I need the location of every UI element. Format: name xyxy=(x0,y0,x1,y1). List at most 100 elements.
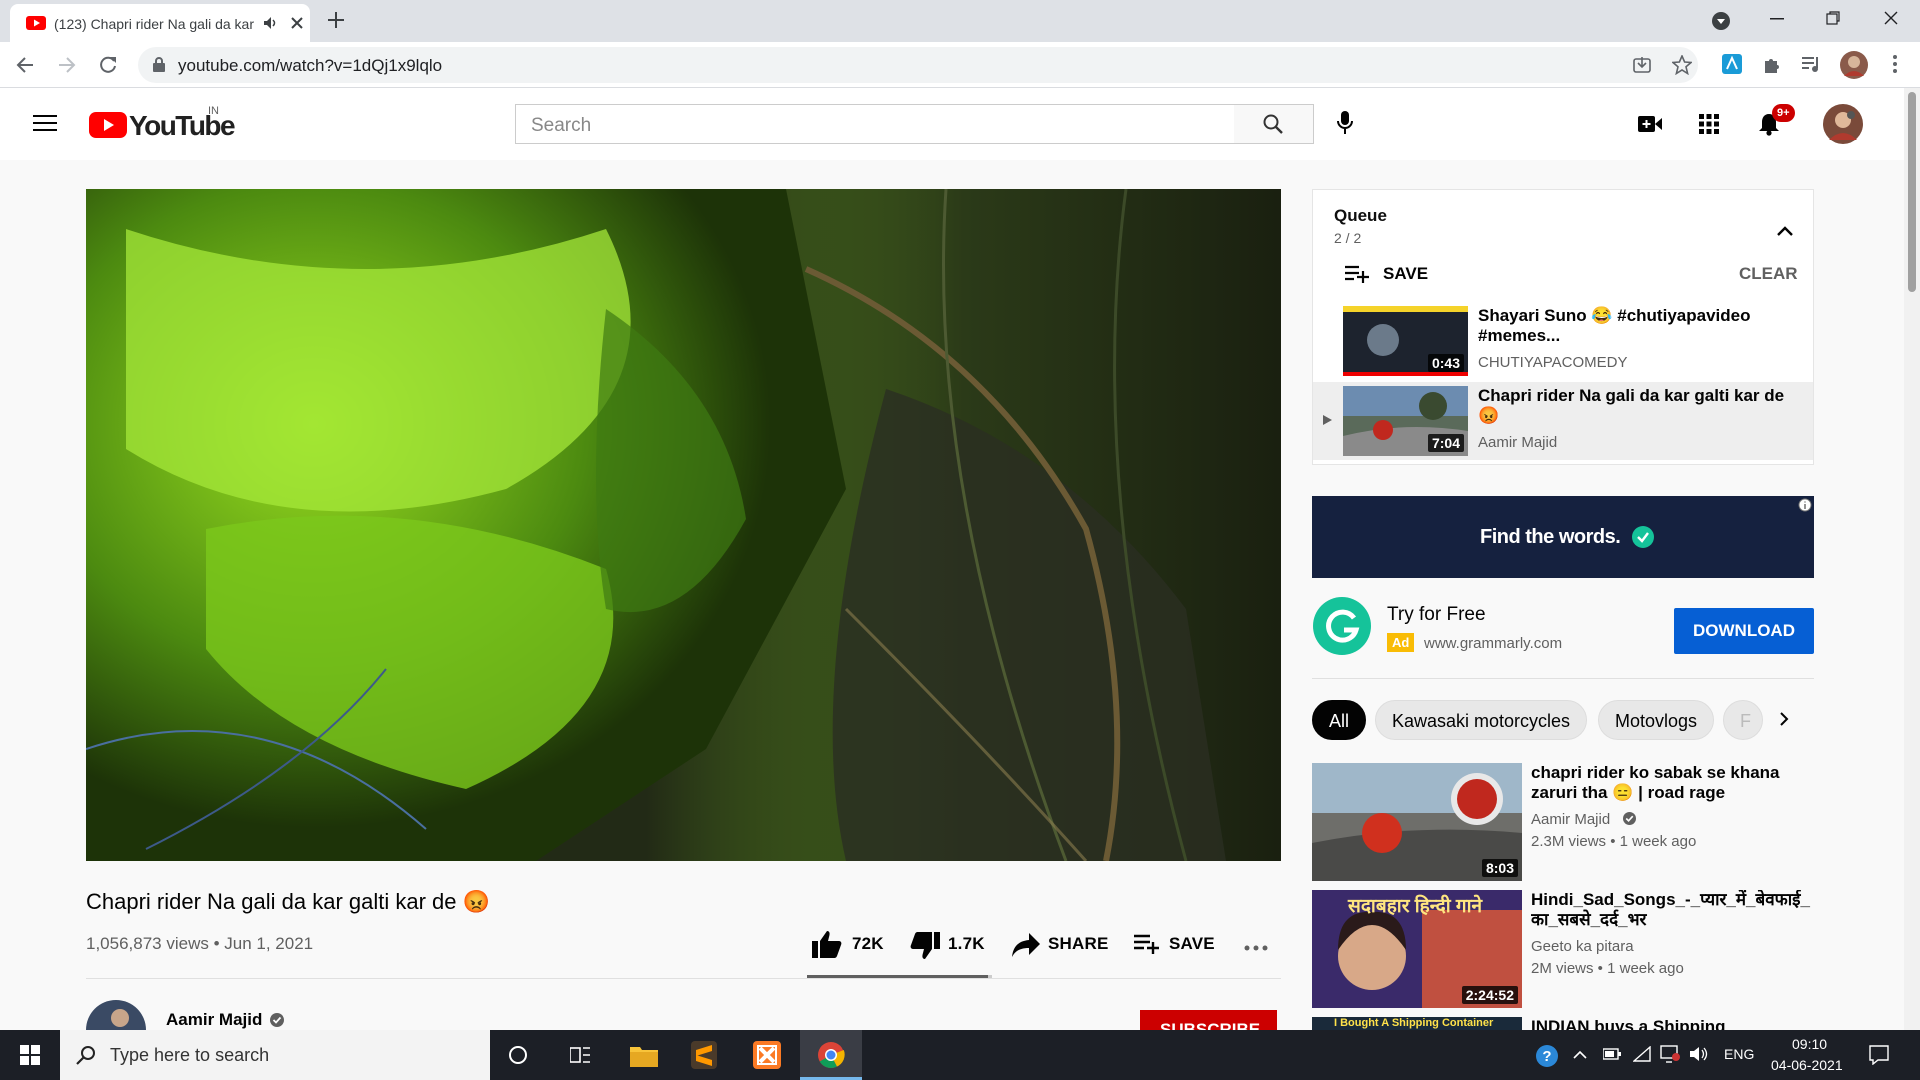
youtube-header: YouTube IN Search 9+ xyxy=(0,88,1920,160)
queue-thumbnail[interactable]: 0:43 xyxy=(1343,306,1468,376)
file-explorer-icon[interactable] xyxy=(630,1043,658,1067)
dislike-count[interactable]: 1.7K xyxy=(948,934,985,954)
share-icon[interactable] xyxy=(1012,933,1040,957)
download-button[interactable]: DOWNLOAD xyxy=(1674,608,1814,654)
hamburger-menu-icon[interactable] xyxy=(33,114,57,132)
minimize-icon[interactable] xyxy=(1770,18,1784,20)
xampp-icon[interactable] xyxy=(753,1041,781,1069)
search-placeholder: Search xyxy=(531,115,592,136)
youtube-logo[interactable]: YouTube IN xyxy=(89,105,236,141)
divider xyxy=(1312,678,1814,679)
profile-avatar[interactable] xyxy=(1840,51,1868,79)
now-playing-icon xyxy=(1323,415,1332,425)
search-input[interactable]: Search xyxy=(515,104,1235,144)
microphone-icon[interactable] xyxy=(1336,110,1354,136)
recommended-video[interactable]: I Bought A Shipping Container INDIAN buy… xyxy=(1312,1017,1814,1030)
more-actions-icon[interactable] xyxy=(1244,945,1268,951)
chip-kawasaki-motorcycles[interactable]: Kawasaki motorcycles xyxy=(1375,700,1588,740)
taskbar-time[interactable]: 09:10 xyxy=(1792,1036,1827,1052)
battery-icon[interactable] xyxy=(1603,1048,1621,1060)
save-to-playlist-icon[interactable] xyxy=(1134,934,1160,954)
maximize-icon[interactable] xyxy=(1826,11,1840,25)
sublime-text-icon[interactable] xyxy=(691,1041,717,1069)
recommended-thumbnail[interactable]: सदाबहार हिन्दी गाने 2:24:52 xyxy=(1312,890,1522,1008)
channel-name[interactable]: Aamir Majid xyxy=(166,1010,262,1030)
chip-partial[interactable]: F xyxy=(1723,700,1763,740)
new-tab-icon[interactable] xyxy=(327,11,345,29)
tab-close-icon[interactable] xyxy=(290,16,304,30)
queue-save-icon[interactable] xyxy=(1345,265,1369,283)
recommended-thumbnail[interactable]: 8:03 xyxy=(1312,763,1522,881)
ad-banner-text: Find the words. xyxy=(1480,526,1621,548)
subscribe-button[interactable]: SUBSCRIBE xyxy=(1140,1010,1277,1030)
queue-save-button[interactable]: SAVE xyxy=(1383,264,1428,284)
like-icon[interactable] xyxy=(812,930,842,958)
like-count[interactable]: 72K xyxy=(852,934,884,954)
lock-icon[interactable] xyxy=(153,57,165,72)
page-scrollbar[interactable] xyxy=(1904,88,1920,1030)
chip-motovlogs[interactable]: Motovlogs xyxy=(1598,700,1715,740)
forward-icon[interactable] xyxy=(58,56,76,74)
bookmark-star-icon[interactable] xyxy=(1672,55,1692,75)
collapse-chevron-icon[interactable] xyxy=(1777,226,1793,236)
tab-title: (123) Chapri rider Na gali da kar galti … xyxy=(54,16,254,32)
recommended-thumbnail[interactable]: I Bought A Shipping Container xyxy=(1312,1017,1522,1030)
queue-item-playing[interactable]: 7:04 Chapri rider Na gali da kar galti k… xyxy=(1313,382,1813,460)
network-icon[interactable] xyxy=(1633,1046,1651,1062)
show-hidden-icons-icon[interactable] xyxy=(1573,1050,1587,1059)
recommended-video[interactable]: 8:03 chapri rider ko sabak se khana zaru… xyxy=(1312,763,1814,881)
video-player[interactable] xyxy=(86,189,1281,861)
chip-all[interactable]: All xyxy=(1312,700,1367,740)
address-bar[interactable]: youtube.com/watch?v=1dQj1x9lqlo xyxy=(138,47,1698,83)
youtube-favicon-icon xyxy=(26,16,46,30)
taskbar-search-input[interactable]: Type here to search xyxy=(60,1030,490,1080)
recommended-duration: 8:03 xyxy=(1481,859,1518,877)
scrollbar-thumb[interactable] xyxy=(1908,92,1916,292)
chrome-menu-icon[interactable] xyxy=(1893,55,1897,73)
media-control-icon[interactable] xyxy=(1801,55,1821,73)
queue-thumbnail[interactable]: 7:04 xyxy=(1343,386,1468,456)
save-button[interactable]: SAVE xyxy=(1169,934,1215,954)
cortana-icon[interactable] xyxy=(508,1045,528,1065)
language-indicator[interactable]: ENG xyxy=(1724,1046,1754,1062)
display-icon[interactable] xyxy=(1660,1045,1680,1063)
create-video-icon[interactable] xyxy=(1638,115,1662,133)
reload-icon[interactable] xyxy=(98,55,118,75)
extensions-puzzle-icon[interactable] xyxy=(1762,54,1782,74)
task-view-icon[interactable] xyxy=(570,1045,592,1065)
action-center-icon[interactable] xyxy=(1869,1045,1889,1065)
taskbar-search-placeholder: Type here to search xyxy=(110,1045,270,1065)
recommended-title: Hindi_Sad_Songs_-_प्यार_में_बेवफाई_का_सब… xyxy=(1531,890,1810,929)
chips-next-icon[interactable] xyxy=(1779,712,1789,726)
ad-info-icon[interactable] xyxy=(1798,498,1812,512)
channel-avatar[interactable] xyxy=(86,1000,146,1030)
install-icon[interactable] xyxy=(1633,56,1651,74)
extension-icon[interactable] xyxy=(1722,54,1742,74)
recommended-video[interactable]: सदाबहार हिन्दी गाने 2:24:52 Hindi_Sad_So… xyxy=(1312,890,1814,1008)
volume-icon[interactable] xyxy=(1690,1046,1710,1062)
search-button[interactable] xyxy=(1234,104,1314,144)
dislike-icon[interactable] xyxy=(910,932,940,960)
browser-tab[interactable]: (123) Chapri rider Na gali da kar galti … xyxy=(10,4,310,42)
ad-banner[interactable]: Find the words. xyxy=(1312,496,1814,578)
account-avatar[interactable] xyxy=(1823,104,1863,144)
chrome-taskbar-button[interactable] xyxy=(800,1030,862,1080)
back-icon[interactable] xyxy=(16,56,34,74)
windows-start-icon[interactable] xyxy=(20,1045,40,1065)
taskbar-date[interactable]: 04-06-2021 xyxy=(1771,1057,1843,1073)
divider xyxy=(86,978,1281,979)
help-tray-icon[interactable]: ? xyxy=(1535,1044,1559,1068)
url-text[interactable]: youtube.com/watch?v=1dQj1x9lqlo xyxy=(178,56,442,76)
share-button[interactable]: SHARE xyxy=(1048,934,1109,954)
browser-tab-strip: (123) Chapri rider Na gali da kar galti … xyxy=(0,0,1920,42)
tab-search-icon[interactable] xyxy=(1712,12,1730,30)
ad-card[interactable]: Try for Free Ad www.grammarly.com DOWNLO… xyxy=(1312,596,1814,660)
verified-badge-icon xyxy=(1623,812,1636,825)
queue-item[interactable]: 0:43 Shayari Suno 😂 #chutiyapavideo #mem… xyxy=(1313,302,1813,380)
apps-grid-icon[interactable] xyxy=(1699,114,1719,134)
tab-audio-icon[interactable] xyxy=(264,17,278,29)
queue-clear-button[interactable]: CLEAR xyxy=(1739,264,1798,284)
close-window-icon[interactable] xyxy=(1884,11,1898,25)
ad-badge: Ad xyxy=(1387,633,1415,652)
queue-position: 2 / 2 xyxy=(1334,230,1362,246)
